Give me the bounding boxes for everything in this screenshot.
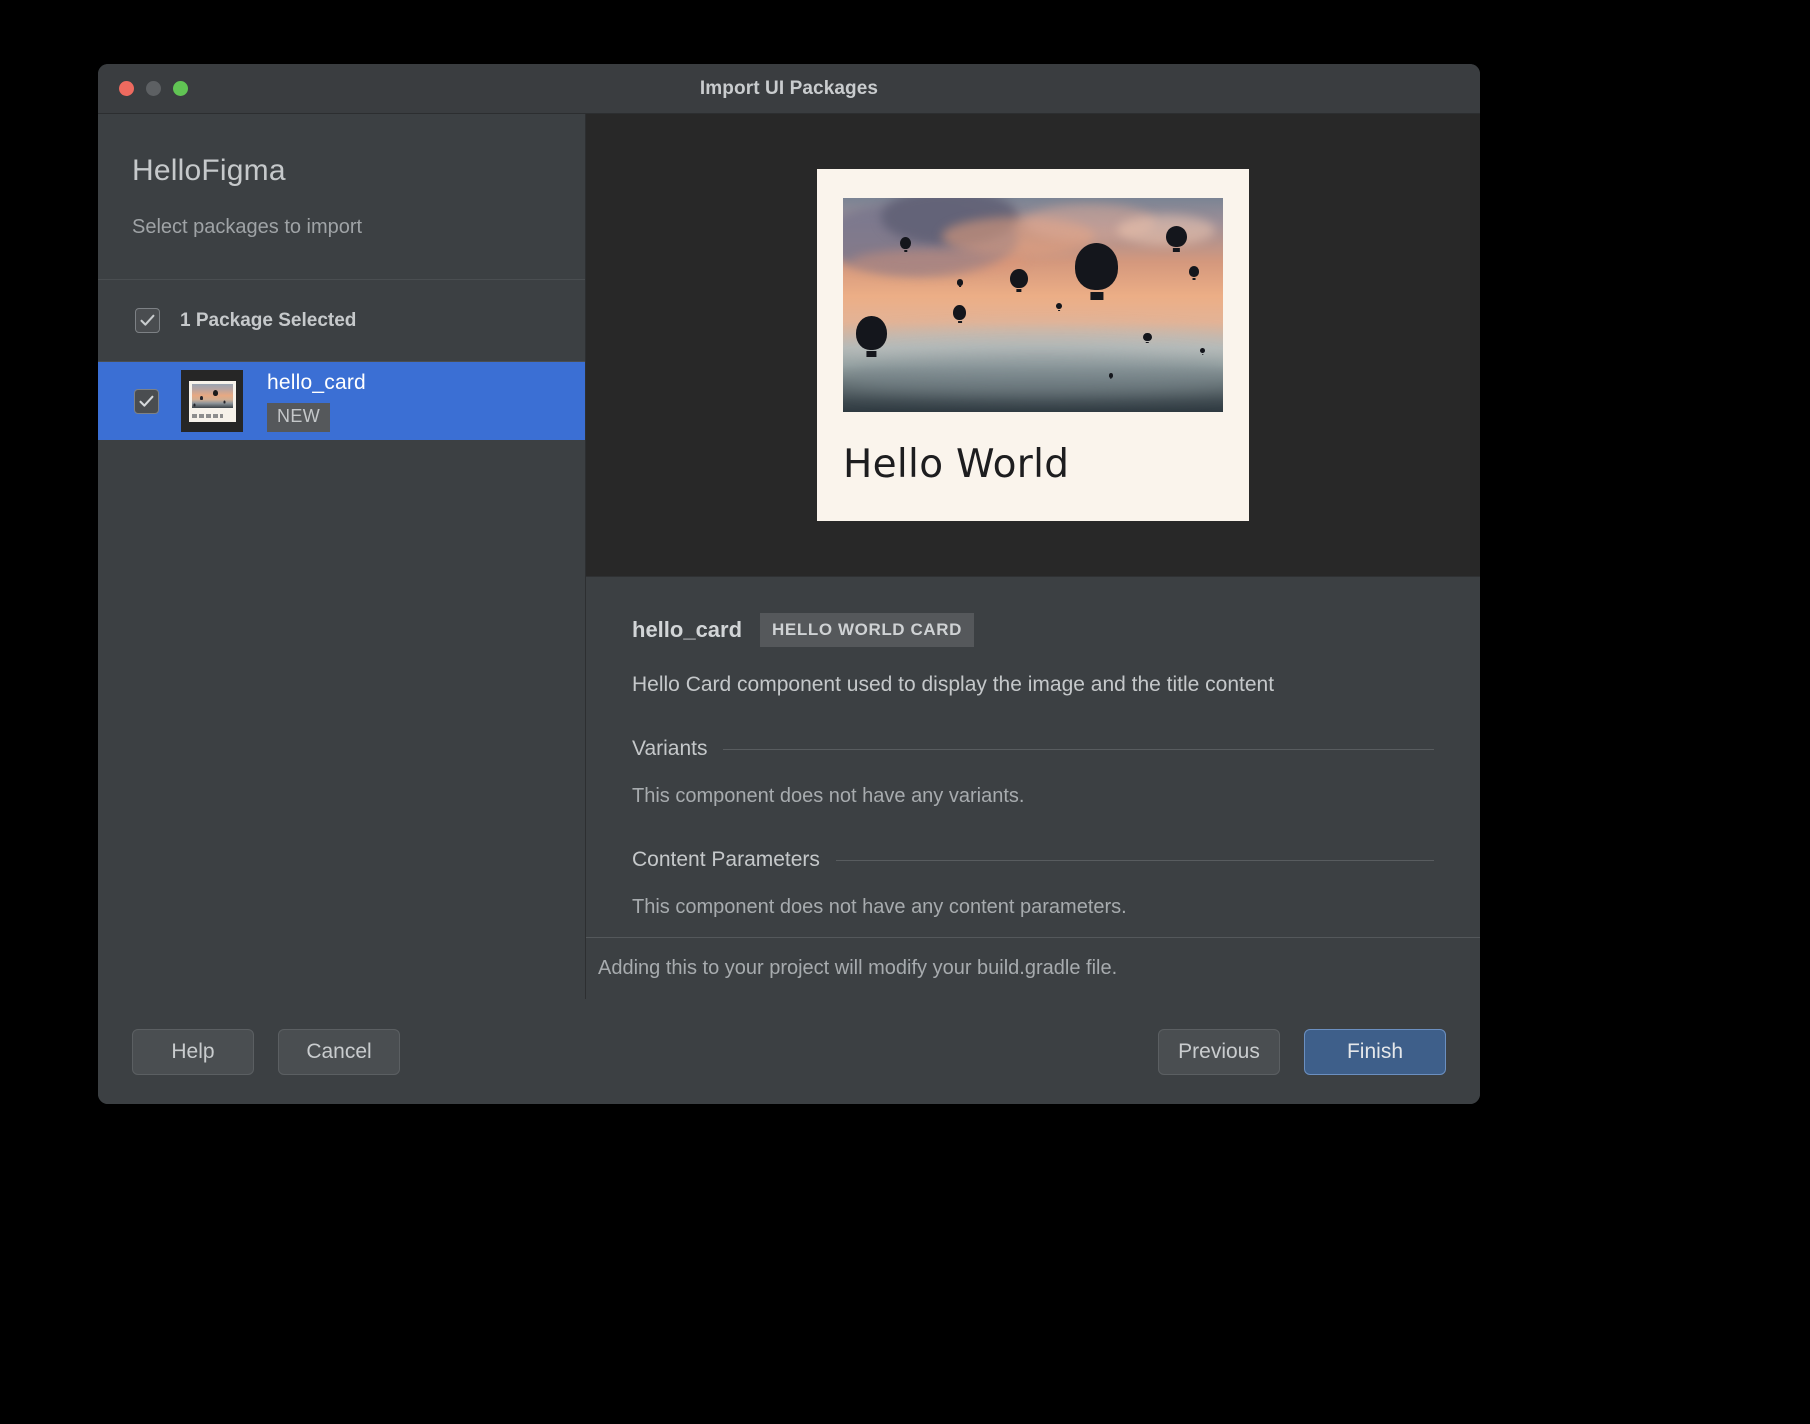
section-body-variants: This component does not have any variant… — [632, 785, 1025, 807]
component-name: hello_card — [632, 617, 743, 642]
preview-card: Hello World — [817, 169, 1249, 521]
dialog-body: HelloFigma Select packages to import 1 P… — [98, 114, 1480, 999]
component-tag-badge: HELLO WORLD CARD — [760, 613, 975, 647]
close-button[interactable] — [119, 81, 134, 96]
window-controls — [98, 81, 188, 96]
balloon-icon — [1188, 266, 1199, 278]
package-thumbnail — [181, 370, 243, 432]
import-ui-packages-dialog: Import UI Packages HelloFigma Select pac… — [98, 64, 1480, 1104]
section-divider — [835, 859, 1434, 861]
select-all-checkbox[interactable] — [135, 308, 160, 333]
section-title: Variants — [632, 737, 708, 760]
detail-pane: Hello World hello_card HELLO WORLD CARD … — [586, 114, 1480, 999]
list-item[interactable]: hello_card NEW — [98, 362, 585, 440]
minimize-button[interactable] — [146, 81, 161, 96]
package-checkbox[interactable] — [134, 388, 159, 414]
balloon-icon — [856, 315, 887, 350]
component-header: hello_card HELLO WORLD CARD — [632, 613, 1434, 647]
balloon-icon — [1143, 332, 1152, 342]
section-heading-content-parameters: Content Parameters — [632, 848, 1434, 872]
section-body-content-parameters: This component does not have any content… — [632, 896, 1127, 918]
package-info: hello_card NEW — [267, 371, 366, 432]
balloon-icon — [957, 279, 964, 286]
select-all-label: 1 Package Selected — [180, 309, 357, 331]
status-bar: Adding this to your project will modify … — [586, 937, 1480, 999]
cancel-button[interactable]: Cancel — [278, 1028, 400, 1075]
new-badge: NEW — [267, 402, 331, 432]
zoom-button[interactable] — [173, 81, 188, 96]
help-button[interactable]: Help — [132, 1028, 254, 1075]
section-title: Content Parameters — [632, 848, 820, 871]
finish-button[interactable]: Finish — [1304, 1028, 1446, 1075]
sidebar-header: HelloFigma Select packages to import — [98, 114, 585, 280]
preview-card-image — [843, 198, 1223, 412]
thumbnail-caption — [191, 413, 224, 418]
window-title: Import UI Packages — [699, 77, 879, 99]
thumbnail-card — [188, 380, 236, 422]
component-details: hello_card HELLO WORLD CARD Hello Card c… — [586, 576, 1480, 937]
dialog-footer: Help Cancel Previous Finish — [98, 999, 1480, 1104]
window-titlebar[interactable]: Import UI Packages — [98, 64, 1480, 114]
section-divider — [723, 748, 1434, 750]
packages-sidebar: HelloFigma Select packages to import 1 P… — [98, 114, 586, 999]
balloon-icon — [1166, 225, 1187, 248]
balloon-icon — [953, 305, 967, 320]
status-message: Adding this to your project will modify … — [598, 957, 1118, 979]
thumbnail-image — [191, 383, 233, 408]
package-name: hello_card — [267, 370, 366, 394]
preview-card-title: Hello World — [843, 442, 1070, 487]
component-preview: Hello World — [586, 114, 1480, 576]
project-title: HelloFigma — [132, 154, 286, 187]
checkmark-icon — [140, 314, 155, 326]
previous-button[interactable]: Previous — [1158, 1028, 1280, 1075]
balloon-icon — [1055, 302, 1062, 310]
section-heading-variants: Variants — [632, 737, 1434, 761]
balloon-icon — [1074, 242, 1119, 291]
sidebar-subtitle: Select packages to import — [132, 216, 363, 238]
component-description: Hello Card component used to display the… — [632, 673, 1275, 696]
package-list: hello_card NEW — [98, 362, 585, 999]
balloon-icon — [1010, 268, 1028, 288]
select-all-row[interactable]: 1 Package Selected — [98, 280, 585, 362]
checkmark-icon — [139, 395, 154, 407]
